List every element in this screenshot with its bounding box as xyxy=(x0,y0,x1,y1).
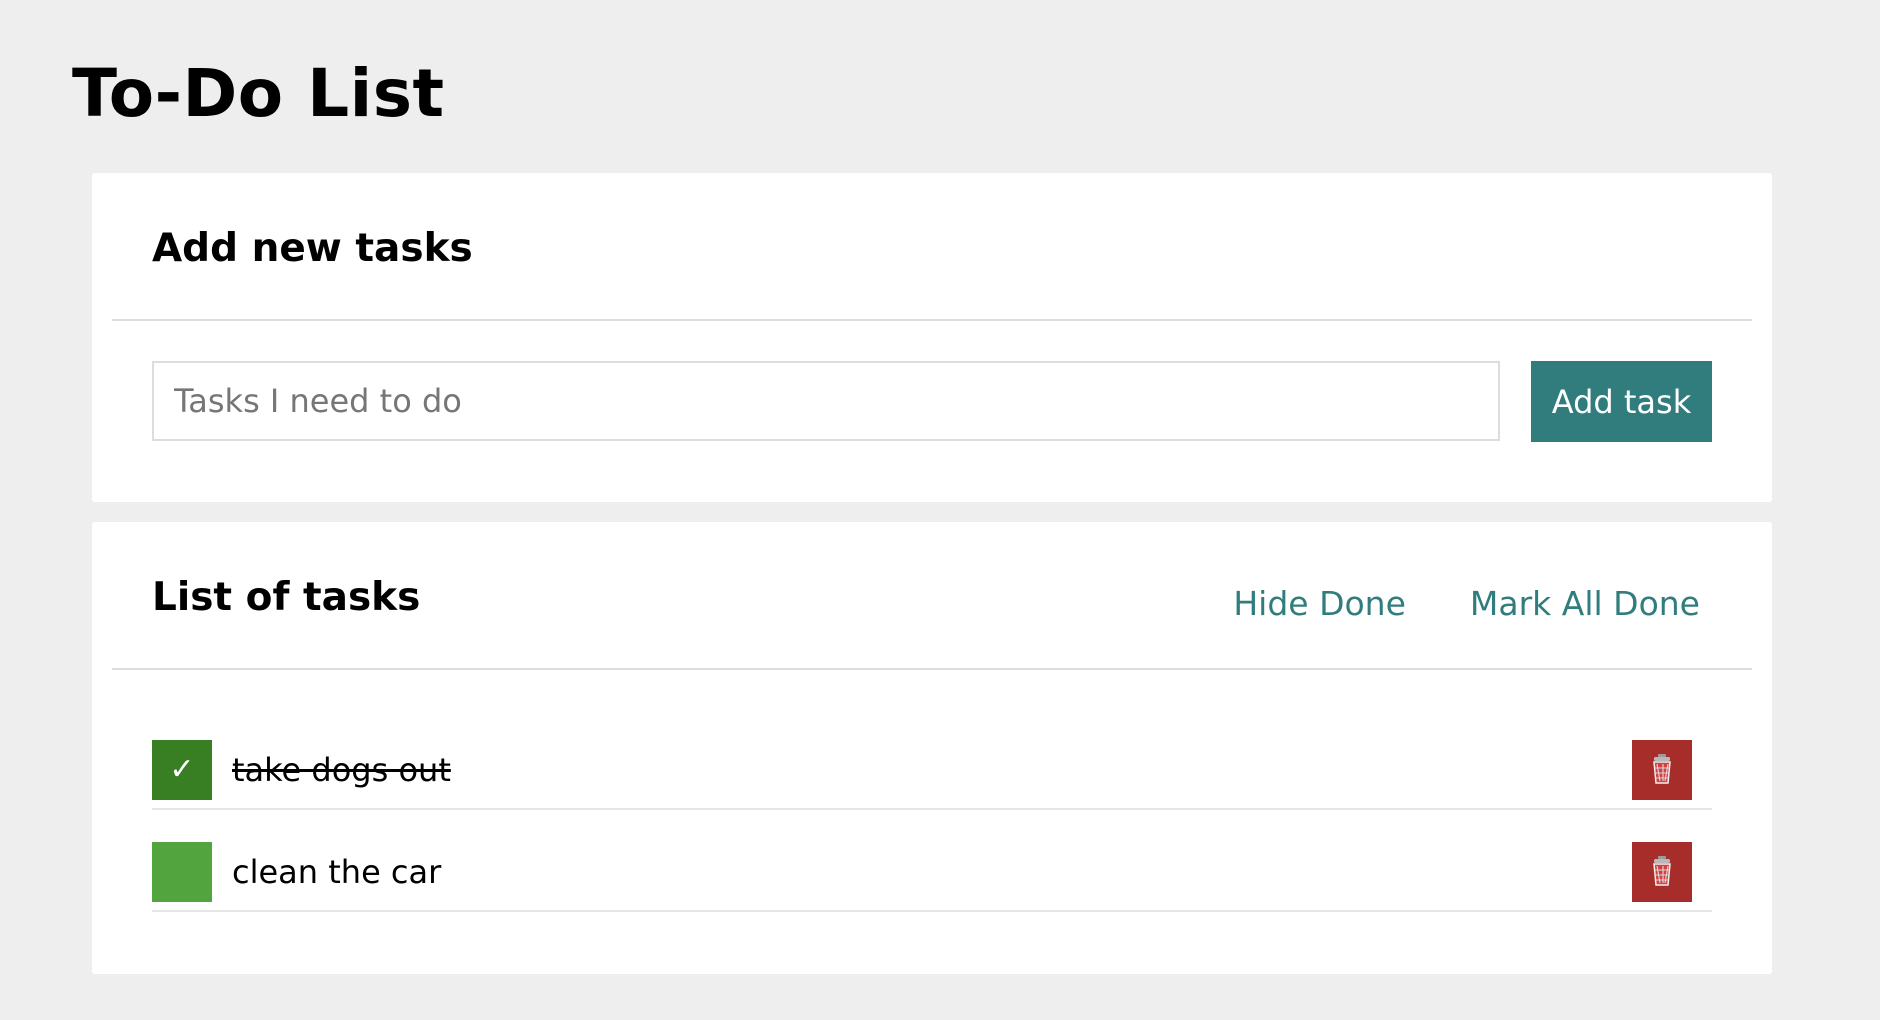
add-task-heading: Add new tasks xyxy=(152,226,473,271)
task-input[interactable] xyxy=(152,361,1500,441)
task-list-card: List of tasks Hide Done Mark All Done ✓ … xyxy=(92,522,1772,974)
task-list-heading: List of tasks xyxy=(152,575,421,620)
delete-task-button[interactable] xyxy=(1632,842,1692,902)
task-list-actions: Hide Done Mark All Done xyxy=(1233,584,1700,624)
delete-task-button[interactable] xyxy=(1632,740,1692,800)
hide-done-button[interactable]: Hide Done xyxy=(1233,584,1406,624)
task-complete-toggle[interactable] xyxy=(152,842,212,902)
trash-icon xyxy=(1653,856,1671,886)
add-task-button[interactable]: Add task xyxy=(1531,361,1712,442)
task-text: take dogs out xyxy=(232,751,451,789)
task-row: ✓ take dogs out xyxy=(152,710,1712,810)
page-title: To-Do List xyxy=(72,55,445,132)
task-list-header: List of tasks Hide Done Mark All Done xyxy=(112,522,1752,670)
task-list: ✓ take dogs out clean the car xyxy=(152,710,1712,912)
add-task-card: Add new tasks Add task xyxy=(92,173,1772,502)
task-complete-toggle[interactable]: ✓ xyxy=(152,740,212,800)
task-text: clean the car xyxy=(232,853,442,891)
task-row: clean the car xyxy=(152,810,1712,912)
add-task-header: Add new tasks xyxy=(112,173,1752,321)
trash-icon xyxy=(1653,754,1671,784)
mark-all-done-button[interactable]: Mark All Done xyxy=(1470,584,1700,624)
check-icon: ✓ xyxy=(169,753,195,786)
